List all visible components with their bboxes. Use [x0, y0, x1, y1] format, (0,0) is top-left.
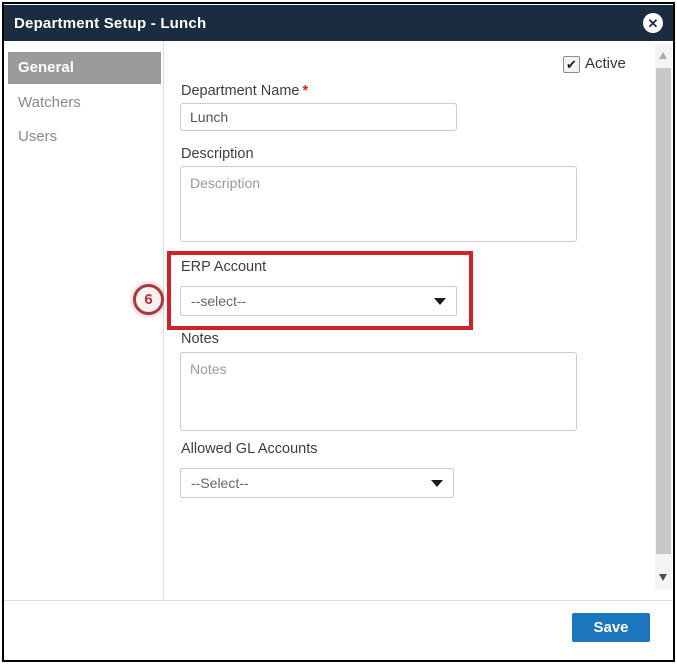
allowed-gl-accounts-selected-value: --Select-- — [191, 475, 249, 491]
modal-header: Department Setup - Lunch ✕ — [4, 5, 673, 41]
footer-divider — [4, 600, 673, 601]
scroll-down-icon[interactable] — [659, 574, 667, 581]
description-textarea[interactable] — [180, 166, 577, 242]
erp-account-label: ERP Account — [181, 259, 267, 275]
tab-general[interactable]: General — [8, 52, 161, 84]
tab-users[interactable]: Users — [18, 128, 57, 145]
screenshot-canvas: Department Setup - Lunch ✕ General Watch… — [0, 0, 677, 664]
chevron-down-icon — [434, 297, 446, 305]
department-setup-modal — [2, 2, 675, 662]
scroll-up-icon[interactable] — [659, 52, 667, 59]
tab-watchers[interactable]: Watchers — [18, 94, 81, 111]
erp-account-selected-value: --select-- — [191, 293, 247, 309]
erp-account-select[interactable]: --select-- — [180, 286, 457, 316]
annotation-step-badge: 6 — [133, 284, 164, 315]
notes-label: Notes — [181, 331, 219, 347]
description-label: Description — [181, 146, 254, 162]
active-checkbox[interactable]: ✔ — [563, 56, 580, 73]
required-marker: * — [302, 83, 309, 99]
modal-title: Department Setup - Lunch — [14, 14, 207, 32]
scrollbar[interactable] — [655, 44, 672, 590]
allowed-gl-accounts-label: Allowed GL Accounts — [181, 441, 318, 457]
department-name-input[interactable] — [180, 103, 457, 131]
department-name-label: Department Name * — [181, 83, 308, 99]
scrollbar-thumb[interactable] — [656, 68, 671, 554]
close-icon[interactable]: ✕ — [643, 13, 663, 33]
allowed-gl-accounts-select[interactable]: --Select-- — [180, 468, 454, 498]
save-button[interactable]: Save — [572, 613, 650, 642]
active-checkbox-label: Active — [585, 55, 626, 72]
chevron-down-icon — [431, 479, 443, 487]
notes-textarea[interactable] — [180, 352, 577, 431]
sidebar-divider — [163, 41, 164, 600]
department-name-label-text: Department Name — [181, 83, 300, 99]
